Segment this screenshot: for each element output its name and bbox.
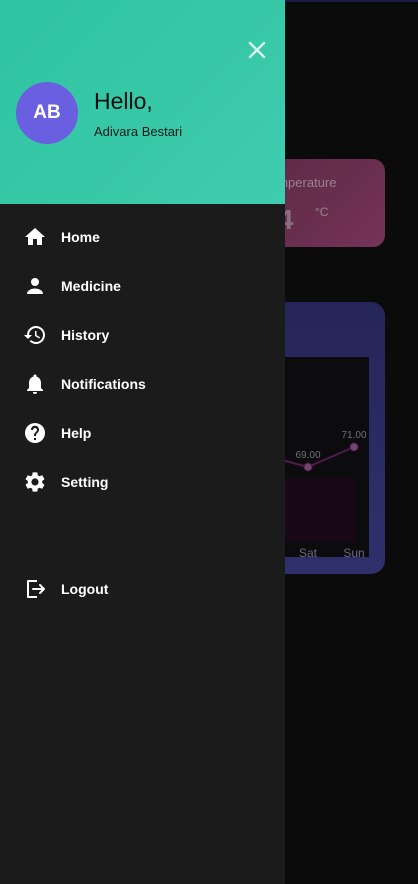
menu-item-setting[interactable]: Setting: [0, 462, 285, 502]
menu-item-history[interactable]: History: [0, 315, 285, 355]
logout-label: Logout: [61, 581, 109, 597]
menu-item-help[interactable]: Help: [0, 413, 285, 453]
drawer-scrim[interactable]: [285, 0, 418, 884]
menu-item-notifications[interactable]: Notifications: [0, 364, 285, 404]
bell-icon: [27, 374, 43, 394]
close-icon[interactable]: [245, 38, 269, 62]
menu-label-notifications: Notifications: [61, 376, 146, 392]
menu-label-setting: Setting: [61, 474, 109, 490]
menu-item-medicine[interactable]: Medicine: [0, 266, 285, 306]
home-icon: [25, 228, 45, 245]
menu-label-home: Home: [61, 229, 100, 245]
menu-label-medicine: Medicine: [61, 278, 121, 294]
menu-label-help: Help: [61, 425, 92, 441]
person-icon: [27, 278, 43, 294]
user-name: Adivara Bestari: [94, 124, 183, 139]
menu-item-home[interactable]: Home: [0, 217, 285, 257]
avatar-initials: AB: [33, 102, 61, 123]
menu-label-history: History: [61, 327, 110, 343]
greeting: Hello,: [94, 88, 153, 114]
avatar[interactable]: AB: [16, 82, 78, 144]
logout-button[interactable]: Logout: [0, 569, 285, 609]
logout-icon: [27, 580, 45, 598]
navigation-drawer: AB Hello, Adivara Bestari Home Medicine …: [0, 0, 285, 884]
drawer-header: AB Hello, Adivara Bestari: [0, 0, 285, 204]
history-icon: [24, 326, 45, 344]
gear-icon: [25, 472, 45, 492]
help-icon: [25, 423, 45, 443]
